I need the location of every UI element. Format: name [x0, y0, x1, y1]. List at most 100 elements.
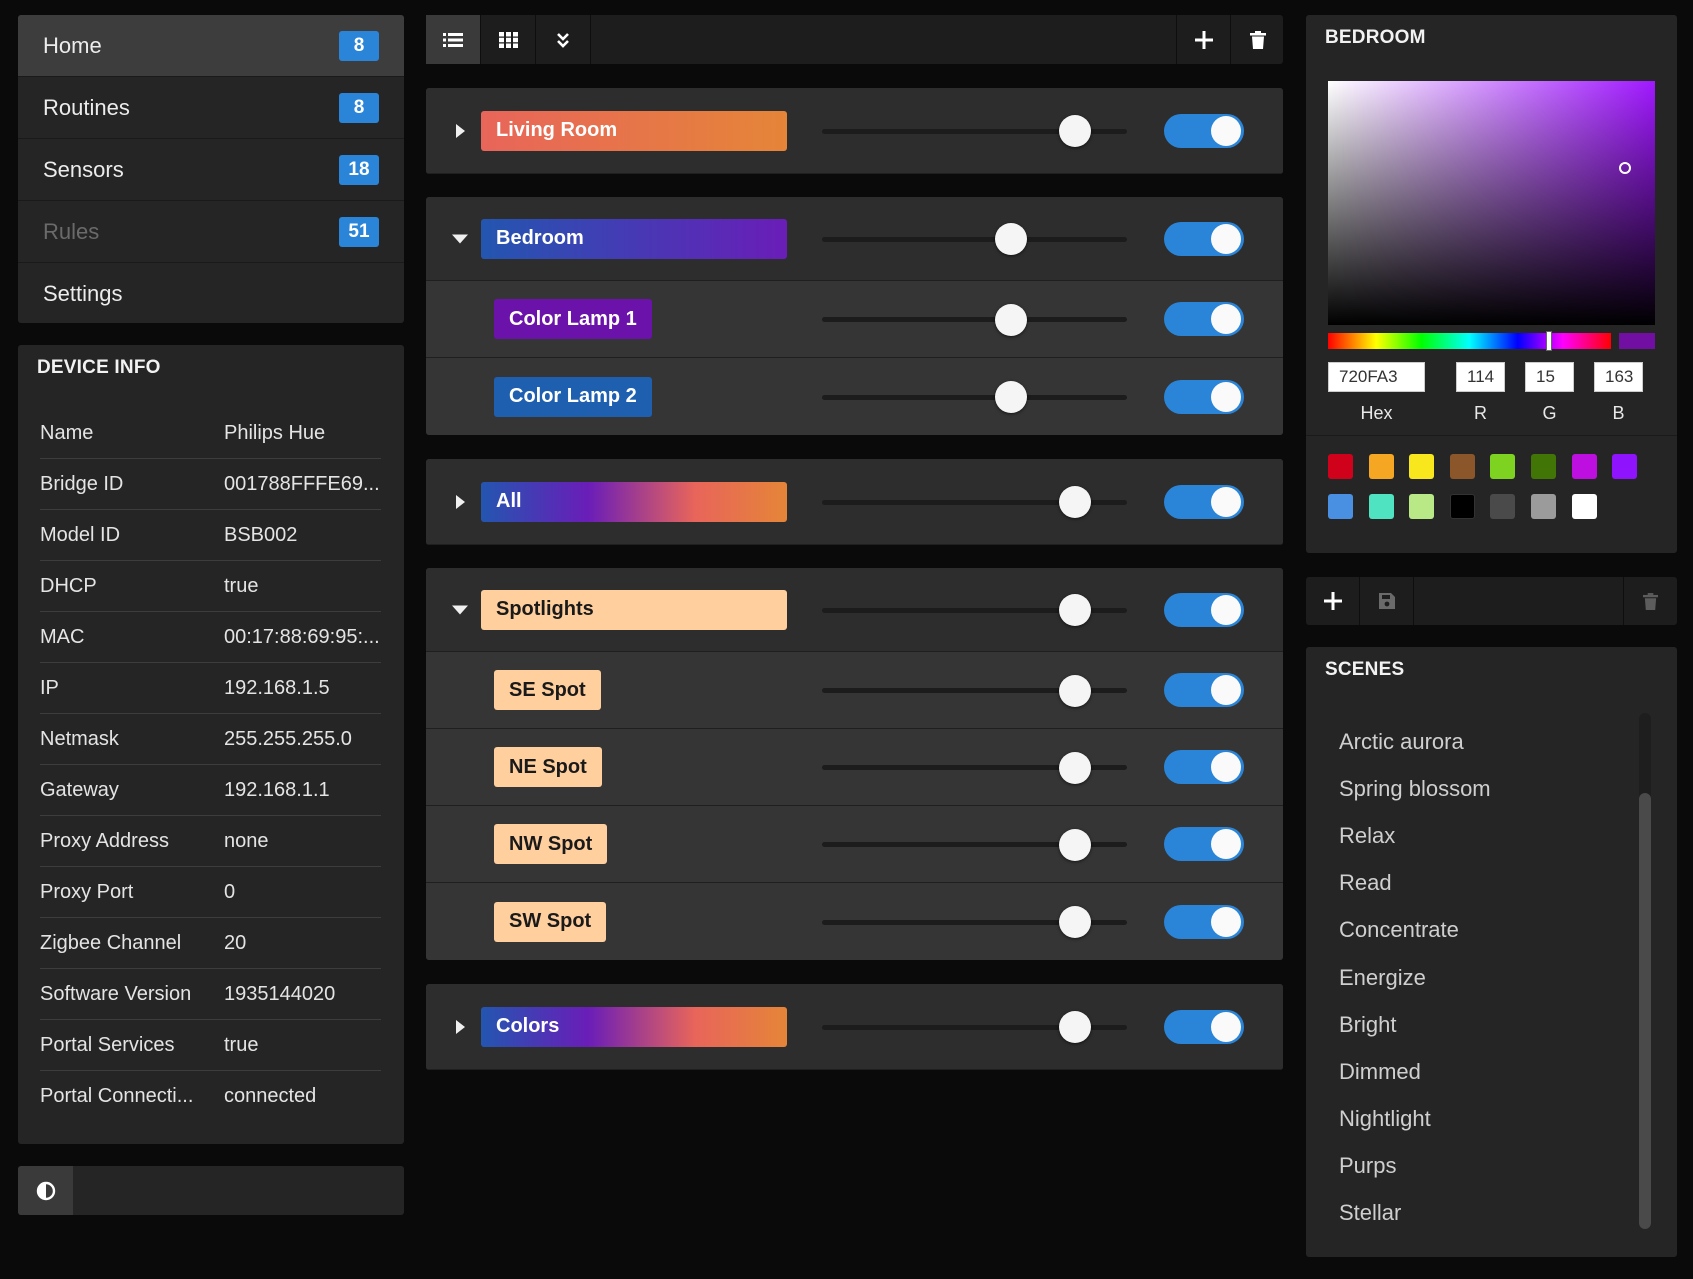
brightness-slider[interactable] — [822, 303, 1127, 336]
color-swatch[interactable] — [1409, 454, 1435, 479]
power-toggle[interactable] — [1164, 1009, 1244, 1044]
light-name-pill[interactable]: SE Spot — [494, 670, 601, 710]
color-swatch[interactable] — [1449, 494, 1475, 519]
scene-item[interactable]: Energize — [1339, 954, 1629, 1001]
caret-right-icon[interactable] — [456, 123, 465, 138]
theme-toggle-button[interactable] — [18, 1166, 73, 1215]
color-swatch[interactable] — [1328, 454, 1353, 479]
scene-item[interactable]: Purps — [1339, 1143, 1629, 1190]
power-toggle[interactable] — [1164, 113, 1244, 148]
slider-knob[interactable] — [1059, 906, 1092, 938]
brightness-slider[interactable] — [822, 115, 1127, 147]
color-swatch[interactable] — [1531, 494, 1556, 519]
scene-item[interactable]: Read — [1339, 860, 1629, 907]
power-toggle[interactable] — [1164, 673, 1244, 707]
brightness-slider[interactable] — [822, 751, 1127, 784]
slider-knob[interactable] — [1059, 751, 1092, 784]
save-scene-button[interactable] — [1360, 577, 1414, 625]
color-swatch[interactable] — [1531, 454, 1556, 479]
scene-item[interactable]: Spring blossom — [1339, 765, 1629, 812]
color-swatch[interactable] — [1368, 454, 1394, 479]
nav-item-home[interactable]: Home 8 — [18, 15, 404, 77]
delete-scene-button[interactable] — [1623, 577, 1677, 625]
brightness-slider[interactable] — [822, 594, 1127, 626]
brightness-slider[interactable] — [822, 906, 1127, 938]
nav-item-rules[interactable]: Rules 51 — [18, 201, 404, 263]
blue-input[interactable]: 163 — [1594, 362, 1643, 392]
nav-item-sensors[interactable]: Sensors 18 — [18, 139, 404, 201]
add-scene-button[interactable] — [1306, 577, 1360, 625]
slider-knob[interactable] — [1059, 115, 1092, 147]
scene-item[interactable]: Arctic aurora — [1339, 718, 1629, 765]
caret-right-icon[interactable] — [456, 1019, 465, 1034]
group-name-pill[interactable]: All — [481, 481, 787, 522]
scene-item[interactable]: Dimmed — [1339, 1048, 1629, 1095]
power-toggle[interactable] — [1164, 221, 1244, 256]
color-swatch[interactable] — [1449, 454, 1475, 479]
slider-knob[interactable] — [1059, 674, 1092, 707]
group-name-pill[interactable]: Colors — [481, 1006, 787, 1047]
saturation-cursor[interactable] — [1618, 161, 1631, 174]
delete-group-button[interactable] — [1230, 15, 1285, 64]
brightness-slider[interactable] — [822, 828, 1127, 861]
saturation-value-area[interactable] — [1328, 81, 1655, 325]
brightness-slider[interactable] — [822, 381, 1127, 413]
color-swatch[interactable] — [1368, 494, 1394, 519]
slider-knob[interactable] — [1059, 486, 1092, 518]
light-name-pill[interactable]: Color Lamp 2 — [494, 376, 652, 417]
collapse-all-button[interactable] — [536, 15, 591, 64]
scene-item[interactable]: Stellar — [1339, 1190, 1629, 1237]
group-name-pill[interactable]: Living Room — [481, 110, 787, 151]
light-name-pill[interactable]: NE Spot — [494, 747, 602, 787]
power-toggle[interactable] — [1164, 750, 1244, 784]
light-name-pill[interactable]: SW Spot — [494, 901, 607, 942]
green-input[interactable]: 15 — [1525, 362, 1574, 392]
scene-item[interactable]: Bright — [1339, 1001, 1629, 1048]
color-swatch[interactable] — [1409, 494, 1435, 519]
power-toggle[interactable] — [1164, 484, 1244, 519]
light-row: NW Spot — [426, 806, 1283, 883]
nav-item-routines[interactable]: Routines 8 — [18, 77, 404, 139]
color-swatch[interactable] — [1490, 454, 1516, 479]
power-toggle[interactable] — [1164, 827, 1244, 861]
hue-slider[interactable] — [1328, 331, 1611, 351]
light-name-pill[interactable]: NW Spot — [494, 824, 608, 864]
slider-knob[interactable] — [1059, 1011, 1092, 1043]
slider-knob[interactable] — [1059, 594, 1092, 626]
color-swatch[interactable] — [1571, 454, 1597, 479]
scene-item[interactable]: Nightlight — [1339, 1096, 1629, 1143]
hue-cursor[interactable] — [1545, 331, 1552, 351]
brightness-slider[interactable] — [822, 1011, 1127, 1043]
light-name-pill[interactable]: Color Lamp 1 — [494, 299, 652, 339]
color-swatch[interactable] — [1612, 454, 1638, 479]
color-swatch[interactable] — [1490, 494, 1516, 519]
group-name-pill[interactable]: Bedroom — [481, 218, 787, 259]
add-group-button[interactable] — [1176, 15, 1231, 64]
power-toggle[interactable] — [1164, 379, 1244, 414]
caret-down-icon[interactable] — [452, 234, 468, 243]
slider-knob[interactable] — [995, 223, 1028, 255]
slider-knob[interactable] — [995, 303, 1028, 336]
brightness-slider[interactable] — [822, 674, 1127, 707]
brightness-slider[interactable] — [822, 223, 1127, 255]
scrollbar[interactable] — [1639, 713, 1651, 1229]
grid-view-button[interactable] — [481, 15, 536, 64]
caret-right-icon[interactable] — [456, 494, 465, 509]
caret-down-icon[interactable] — [452, 605, 468, 614]
scene-item[interactable]: Relax — [1339, 812, 1629, 859]
slider-knob[interactable] — [995, 381, 1028, 413]
brightness-slider[interactable] — [822, 486, 1127, 518]
color-swatch[interactable] — [1571, 494, 1597, 519]
color-swatch[interactable] — [1328, 494, 1353, 519]
list-view-button[interactable] — [426, 15, 481, 64]
power-toggle[interactable] — [1164, 592, 1244, 627]
scrollbar-thumb[interactable] — [1639, 793, 1651, 1229]
slider-knob[interactable] — [1059, 828, 1092, 861]
power-toggle[interactable] — [1164, 904, 1244, 939]
power-toggle[interactable] — [1164, 302, 1244, 336]
nav-item-settings[interactable]: Settings — [18, 263, 404, 323]
scene-item[interactable]: Concentrate — [1339, 907, 1629, 954]
group-name-pill[interactable]: Spotlights — [481, 589, 787, 630]
red-input[interactable]: 114 — [1456, 362, 1505, 392]
hex-input[interactable]: 720FA3 — [1328, 362, 1425, 392]
